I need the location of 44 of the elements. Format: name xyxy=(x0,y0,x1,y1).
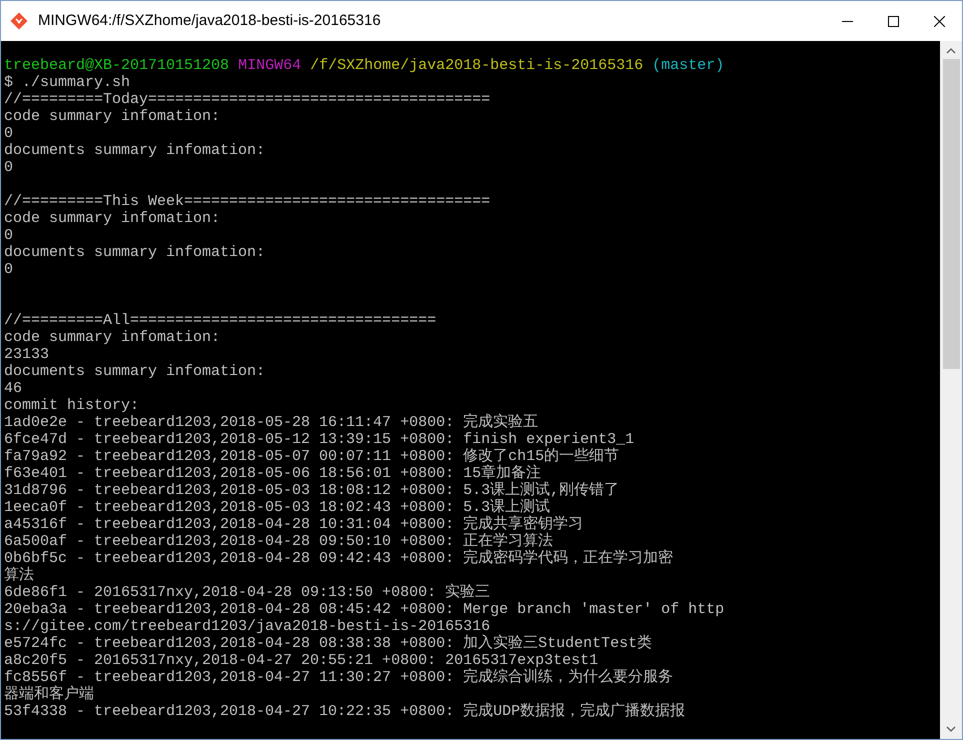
terminal-line: $ ./summary.sh xyxy=(4,74,130,91)
terminal-line: code summary infomation: xyxy=(4,108,220,125)
window-title: MINGW64:/f/SXZhome/java2018-besti-is-20165316 xyxy=(38,10,381,31)
terminal-line: 0 xyxy=(4,159,14,176)
prompt-branch: (master) xyxy=(652,57,724,74)
terminal-line: f63e401 - treebeard1203,2018-05-06 18:56:01 +0800: 15章加备注 xyxy=(4,465,542,482)
terminal-line: documents summary infomation: xyxy=(4,363,266,380)
terminal-line: 23133 xyxy=(4,346,50,363)
terminal-line: code summary infomation: xyxy=(4,210,220,227)
close-icon xyxy=(934,16,944,26)
terminal-line: 31d8796 - treebeard1203,2018-05-03 18:08:12 +0800: 5.3课上测试,刚传错了 xyxy=(4,482,620,499)
terminal-line: a45316f - treebeard1203,2018-04-28 10:31:04 +0800: 完成共享密钥学习 xyxy=(4,516,584,533)
maximize-icon xyxy=(888,16,898,26)
terminal-line: 1eeca0f - treebeard1203,2018-05-03 18:02:43 +0800: 5.3课上测试 xyxy=(4,499,550,516)
prompt-user-host: treebeard@XB-201710151208 xyxy=(4,57,230,74)
terminal-line: 6fce47d - treebeard1203,2018-05-12 13:39:15 +0800: finish experient3_1 xyxy=(4,431,634,448)
terminal-line: 算法 xyxy=(4,567,34,584)
prompt-shell: MINGW64 xyxy=(238,57,302,74)
terminal-line: documents summary infomation: xyxy=(4,142,266,159)
terminal-line: 6a500af - treebeard1203,2018-04-28 09:50:10 +0800: 正在学习算法 xyxy=(4,533,554,550)
terminal-line: 0 xyxy=(4,261,14,278)
terminal-line: 0 xyxy=(4,227,14,244)
terminal-line: code summary infomation: xyxy=(4,329,220,346)
scrollbar[interactable] xyxy=(940,41,962,739)
terminal-line: 46 xyxy=(4,380,22,397)
terminal-line: //=========All================================== xyxy=(4,312,436,329)
terminal-line: documents summary infomation: xyxy=(4,244,266,261)
terminal-line: 0b6bf5c - treebeard1203,2018-04-28 09:42:43 +0800: 完成密码学代码，正在学习加密 xyxy=(4,550,674,567)
terminal-line: a8c20f5 - 20165317nxy,2018-04-27 20:55:21 +0800: 20165317exp3test1 xyxy=(4,652,598,669)
terminal-line: e5724fc - treebeard1203,2018-04-28 08:38:38 +0800: 加入实验三StudentTest类 xyxy=(4,635,652,652)
terminal-line: commit history: xyxy=(4,397,140,414)
terminal-line: s://gitee.com/treebeard1203/java2018-besti-is-20165316 xyxy=(4,618,490,635)
terminal-line: //=========Today====================================== xyxy=(4,91,490,108)
terminal-line: 1ad0e2e - treebeard1203,2018-05-28 16:11:47 +0800: 完成实验五 xyxy=(4,414,538,431)
prompt-path: /f/SXZhome/java2018-besti-is-20165316 xyxy=(310,57,644,74)
terminal-line: 20eba3a - treebeard1203,2018-04-28 08:45:42 +0800: Merge branch 'master' of http xyxy=(4,601,724,618)
terminal-line: fc8556f - treebeard1203,2018-04-27 11:30:27 +0800: 完成综合训练，为什么要分服务 xyxy=(4,669,674,686)
terminal-line: 0 xyxy=(4,125,14,142)
terminal-line: 器端和客户端 xyxy=(4,686,94,703)
scrollbar-thumb[interactable] xyxy=(942,59,960,369)
terminal-line: //=========This Week================================== xyxy=(4,193,490,210)
terminal-line: 53f4338 - treebeard1203,2018-04-27 10:22:35 +0800: 完成UDP数据报，完成广播数据报 xyxy=(4,703,686,720)
terminal-line: 6de86f1 - 20165317nxy,2018-04-28 09:13:50 +0800: 实验三 xyxy=(4,584,490,601)
terminal-line: fa79a92 - treebeard1203,2018-05-07 00:07:11 +0800: 修改了ch15的一些细节 xyxy=(4,448,620,465)
